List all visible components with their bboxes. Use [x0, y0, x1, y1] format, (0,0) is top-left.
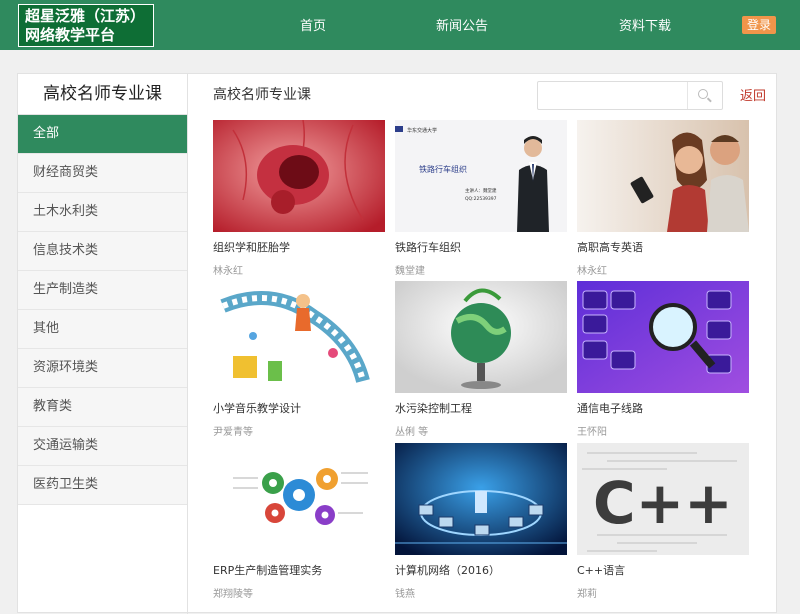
sidebar-title: 高校名师专业课 [18, 74, 187, 115]
course-card[interactable]: 通信电子线路 王怀阳 [577, 281, 749, 438]
sidebar-item-medical[interactable]: 医药卫生类 [18, 466, 187, 505]
course-card[interactable]: 水污染控制工程 丛俐 等 [395, 281, 567, 438]
thumb-heading-text: 铁路行车组织 [419, 164, 467, 174]
course-thumbnail-network[interactable] [395, 443, 567, 555]
sidebar-item-environment[interactable]: 资源环境类 [18, 349, 187, 388]
course-author: 丛俐 等 [395, 427, 429, 438]
sidebar-item-all[interactable]: 全部 [18, 115, 187, 154]
nav-home[interactable]: 首页 [300, 15, 326, 34]
sidebar-item-education[interactable]: 教育类 [18, 388, 187, 427]
content-title: 高校名师专业课 [213, 87, 311, 103]
course-title[interactable]: 组织学和胚胎学 [213, 239, 385, 255]
thumb-qq-text: QQ:22539397 [465, 196, 497, 202]
nav-downloads[interactable]: 资料下载 [619, 15, 671, 34]
course-author: 钱燕 [395, 589, 415, 600]
thumb-cpp-logo-text: C++ [593, 469, 733, 537]
course-thumbnail-telecom[interactable] [577, 281, 749, 393]
course-author: 王怀阳 [577, 427, 607, 438]
course-card[interactable]: 高职高专英语 林永红 [577, 120, 749, 277]
sidebar-item-civil[interactable]: 土木水利类 [18, 193, 187, 232]
course-title[interactable]: C++语言 [577, 562, 749, 578]
course-author: 林永红 [213, 266, 243, 277]
course-author: 尹爱青等 [213, 427, 253, 438]
course-title[interactable]: 计算机网络（2016） [395, 562, 567, 578]
sidebar-item-transport[interactable]: 交通运输类 [18, 427, 187, 466]
back-link[interactable]: 返回 [740, 85, 766, 104]
course-author: 魏堂建 [395, 266, 425, 277]
course-card[interactable]: ERP生产制造管理实务 郑翔陵等 [213, 443, 385, 600]
course-author: 郑莉 [577, 589, 597, 600]
course-title[interactable]: 通信电子线路 [577, 400, 749, 416]
thumb-lecturer-text: 主讲人：魏堂建 [465, 187, 497, 194]
course-thumbnail-erp[interactable] [213, 443, 385, 555]
thumb-school-text: 华东交通大学 [407, 127, 437, 134]
nav-news[interactable]: 新闻公告 [436, 15, 488, 34]
search-icon [698, 89, 708, 99]
course-title[interactable]: 铁路行车组织 [395, 239, 567, 255]
course-author: 林永红 [577, 266, 607, 277]
course-title[interactable]: 水污染控制工程 [395, 400, 567, 416]
sidebar-item-other[interactable]: 其他 [18, 310, 187, 349]
course-card[interactable]: C++ C++语言 郑莉 [577, 443, 749, 600]
site-logo[interactable]: 超星泛雅（江苏） 网络教学平台 [18, 4, 154, 47]
course-title[interactable]: ERP生产制造管理实务 [213, 562, 385, 578]
course-thumbnail-cpp[interactable]: C++ [577, 443, 749, 555]
search-box [537, 81, 723, 110]
login-button[interactable]: 登录 [742, 16, 776, 34]
category-sidebar: 高校名师专业课 全部 财经商贸类 土木水利类 信息技术类 生产制造类 其他 资源… [18, 74, 188, 614]
sidebar-item-manufacturing[interactable]: 生产制造类 [18, 271, 187, 310]
course-title[interactable]: 高职高专英语 [577, 239, 749, 255]
course-thumbnail-embryo[interactable] [213, 120, 385, 232]
top-navbar: 超星泛雅（江苏） 网络教学平台 首页 新闻公告 资料下载 登录 [0, 0, 800, 50]
course-thumbnail-water[interactable] [395, 281, 567, 393]
logo-line-2: 网络教学平台 [25, 26, 116, 44]
sidebar-item-it[interactable]: 信息技术类 [18, 232, 187, 271]
course-card[interactable]: 组织学和胚胎学 林永红 [213, 120, 385, 277]
main-panel: 高校名师专业课 全部 财经商贸类 土木水利类 信息技术类 生产制造类 其他 资源… [17, 73, 777, 614]
course-thumbnail-english[interactable] [577, 120, 749, 232]
course-card[interactable]: 计算机网络（2016） 钱燕 [395, 443, 567, 600]
course-thumbnail-railway[interactable]: 华东交通大学 铁路行车组织 主讲人：魏堂建 QQ:22539397 [395, 120, 567, 232]
course-card[interactable]: 小学音乐教学设计 尹爱青等 [213, 281, 385, 438]
logo-line-1: 超星泛雅（江苏） [25, 7, 146, 25]
sidebar-item-finance[interactable]: 财经商贸类 [18, 154, 187, 193]
search-button[interactable] [687, 82, 722, 109]
course-card[interactable]: 华东交通大学 铁路行车组织 主讲人：魏堂建 QQ:22539397 铁路行车组织… [395, 120, 567, 277]
course-author: 郑翔陵等 [213, 589, 253, 600]
search-input[interactable] [542, 85, 686, 107]
course-title[interactable]: 小学音乐教学设计 [213, 400, 385, 416]
course-thumbnail-music[interactable] [213, 281, 385, 393]
